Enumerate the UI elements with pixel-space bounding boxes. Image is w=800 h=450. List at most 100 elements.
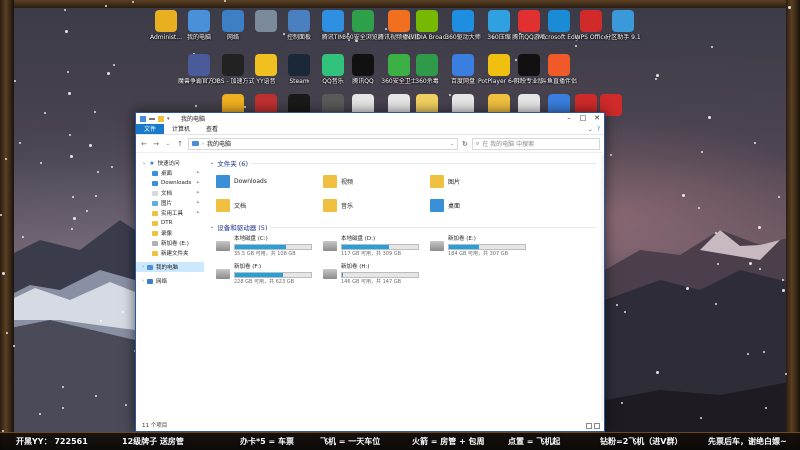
- up-button[interactable]: ↑: [176, 140, 184, 148]
- chevron-down-icon[interactable]: ⌄: [588, 126, 593, 133]
- folder-item[interactable]: 图片: [430, 172, 535, 190]
- snowflake: [782, 279, 784, 281]
- forward-button[interactable]: →: [152, 140, 160, 148]
- scrollbar[interactable]: [601, 154, 604, 421]
- 360-antivirus-icon: [416, 54, 438, 76]
- snowflake: [711, 46, 713, 48]
- snowflake: [785, 373, 787, 375]
- folder-item[interactable]: 音乐: [323, 196, 428, 214]
- 360-browser-icon: [352, 10, 374, 32]
- chevron-down-icon[interactable]: ⌄: [210, 160, 214, 166]
- chevron-right-icon[interactable]: ›: [202, 141, 204, 147]
- folder-item[interactable]: 桌面: [430, 196, 535, 214]
- drive-usage-fill: [449, 245, 480, 249]
- maximize-button[interactable]: □: [576, 113, 590, 124]
- help-icon[interactable]: ?: [597, 126, 600, 133]
- chevron-right-icon[interactable]: ›: [142, 278, 144, 284]
- stream-info-text: 先票后车，谢绝白嫖~: [708, 437, 787, 446]
- tab-computer[interactable]: 计算机: [164, 124, 198, 134]
- folder-item[interactable]: 视频: [323, 172, 428, 190]
- desktop-icon[interactable]: 斗鱼直播伴侣: [538, 54, 580, 85]
- drive-item[interactable]: 新加卷 (E:) 184 GB 可用，共 307 GB: [430, 236, 535, 258]
- file-explorer-window: ▾ 我的电脑 – □ ✕ 文件 计算机 查看 ⌄ ? ← → ⌄ ↑ › 我的电…: [135, 112, 605, 432]
- refresh-button[interactable]: ↻: [462, 140, 468, 148]
- snowflake: [616, 304, 618, 306]
- details-view-icon[interactable]: [586, 423, 592, 429]
- snowflake: [69, 134, 71, 136]
- address-bar[interactable]: › 我的电脑 ⌄: [188, 137, 458, 150]
- properties-icon[interactable]: [149, 117, 155, 120]
- nav-quick-access-item[interactable]: 新加卷 (E:): [136, 238, 204, 248]
- pin-icon[interactable]: ✦: [196, 190, 204, 196]
- snowflake: [64, 9, 66, 11]
- drive-item[interactable]: 本地磁盘 (C:) 35.5 GB 可用，共 108 GB: [216, 236, 321, 258]
- pin-icon[interactable]: ✦: [196, 180, 204, 186]
- drive-item[interactable]: 新加卷 (F:) 228 GB 可用，共 623 GB: [216, 264, 321, 286]
- tiles-view-icon[interactable]: [594, 423, 600, 429]
- tab-file[interactable]: 文件: [136, 124, 165, 134]
- folder-item[interactable]: Downloads: [216, 172, 321, 190]
- content-pane: ⌄ 文件夹 (6) Downloads 视频 图片文档 音乐 桌面 ⌄ 设备和驱动器 (…: [204, 154, 604, 421]
- desktop-icon[interactable]: 分区助手 9.1: [602, 10, 644, 41]
- nav-item-label: 文档: [161, 191, 173, 197]
- nav-quick-access-item[interactable]: 录像: [136, 228, 204, 238]
- nav-quick-access-item[interactable]: DTR: [136, 218, 204, 228]
- chevron-down-icon[interactable]: ⌄: [142, 160, 146, 166]
- search-input[interactable]: ⌕ 在 我的电脑 中搜索: [471, 137, 600, 150]
- stream-info-text: 开黑YY： 722561: [16, 437, 88, 446]
- folder-icon: [216, 174, 230, 188]
- warcraft-icon: [188, 54, 210, 76]
- recent-locations-button[interactable]: ⌄: [164, 141, 172, 147]
- explorer-body: ⌄ ★ 快速访问 桌面 ✦ Downloads ✦ 文档 ✦ 图片 ✦ 实用工具 ✦ DTR 录像 新加…: [136, 154, 604, 421]
- chevron-down-icon[interactable]: ⌄: [210, 224, 214, 230]
- nav-quick-access-item[interactable]: 实用工具 ✦: [136, 208, 204, 218]
- snowflake: [195, 105, 197, 107]
- nav-network[interactable]: › 网络: [136, 276, 204, 286]
- hard-drive-icon: [216, 241, 230, 251]
- window-controls: – □ ✕: [562, 113, 604, 124]
- pin-icon[interactable]: ✦: [196, 210, 204, 216]
- nav-quick-access-item[interactable]: Downloads ✦: [136, 178, 204, 188]
- nav-quick-access-item[interactable]: 图片 ✦: [136, 198, 204, 208]
- snowflake: [122, 311, 124, 313]
- search-placeholder: 在 我的电脑 中搜索: [482, 141, 535, 148]
- decorative-frame-right: [786, 0, 800, 450]
- snowflake: [747, 353, 749, 355]
- pin-icon[interactable]: ✦: [196, 170, 204, 176]
- tab-view[interactable]: 查看: [198, 124, 226, 134]
- close-button[interactable]: ✕: [590, 113, 604, 124]
- snowflake: [86, 210, 88, 212]
- chevron-down-icon[interactable]: ⌄: [450, 141, 454, 147]
- snowflake: [105, 5, 107, 7]
- minimize-button[interactable]: –: [562, 113, 576, 124]
- snowflake: [759, 268, 761, 270]
- snowflake: [686, 287, 689, 290]
- snowflake: [656, 74, 659, 77]
- stream-info-text: 火箭 = 房管 + 包周: [412, 437, 485, 446]
- snowflake: [39, 413, 41, 415]
- stream-info-text: 钻粉=2飞机（进V群）: [600, 437, 683, 446]
- chevron-right-icon[interactable]: ›: [142, 264, 144, 270]
- title-bar[interactable]: ▾ 我的电脑 – □ ✕: [136, 113, 604, 124]
- nav-quick-access[interactable]: ⌄ ★ 快速访问: [136, 158, 204, 168]
- breadcrumb-this-pc[interactable]: 我的电脑: [207, 139, 231, 148]
- drive-item[interactable]: 本地磁盘 (D:) 117 GB 可用，共 309 GB: [323, 236, 428, 258]
- back-button[interactable]: ←: [140, 140, 148, 148]
- pin-icon[interactable]: ✦: [196, 200, 204, 206]
- nav-this-pc[interactable]: › 我的电脑: [136, 262, 204, 272]
- drive-item[interactable]: 新加卷 (H:) 146 GB 可用，共 147 GB: [323, 264, 428, 286]
- network-icon: [147, 278, 153, 284]
- drives-group-header[interactable]: ⌄ 设备和驱动器 (5): [210, 222, 604, 232]
- nav-quick-access-item[interactable]: 新建文件夹: [136, 248, 204, 258]
- qq-game-icon: [518, 10, 540, 32]
- computer-icon: [147, 264, 153, 270]
- folder-item[interactable]: 文档: [216, 196, 321, 214]
- chevron-down-icon[interactable]: ▾: [167, 116, 173, 122]
- nav-quick-access-label: 快速访问: [157, 161, 180, 167]
- nav-quick-access-item[interactable]: 桌面 ✦: [136, 168, 204, 178]
- drive-usage-fill: [235, 273, 283, 277]
- folder-icon: [152, 200, 158, 206]
- new-folder-icon[interactable]: [158, 115, 164, 122]
- folders-group-header[interactable]: ⌄ 文件夹 (6): [210, 158, 604, 168]
- nav-quick-access-item[interactable]: 文档 ✦: [136, 188, 204, 198]
